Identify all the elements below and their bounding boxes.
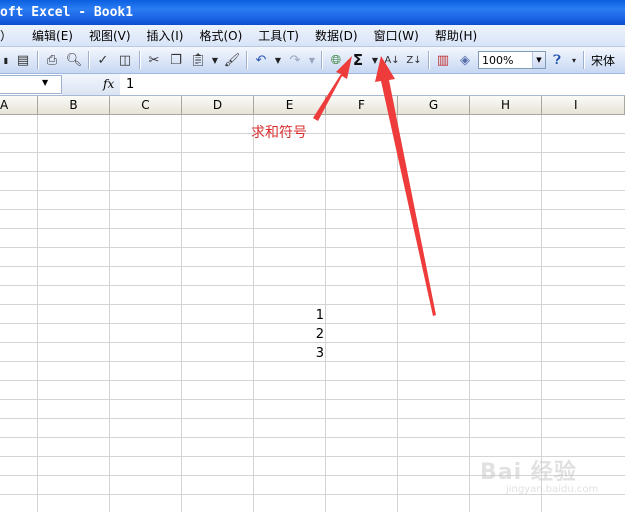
window-title: oft Excel - Book1 xyxy=(0,5,134,20)
zoom-value: 100% xyxy=(482,53,514,67)
grid-row-line xyxy=(0,418,625,419)
menu-help[interactable]: 帮助(H) xyxy=(427,25,485,46)
insert-function-icon[interactable]: fx xyxy=(103,77,114,91)
column-label: B xyxy=(69,98,78,112)
menu-insert[interactable]: 插入(I) xyxy=(139,25,192,46)
column-label: F xyxy=(358,98,365,112)
column-header-b[interactable]: B xyxy=(38,96,110,115)
grid-row-line xyxy=(0,133,625,134)
baidu-watermark: Bai 经验 jingyan.baidu.com xyxy=(476,450,616,500)
print-icon[interactable]: ⎙ xyxy=(41,49,63,71)
grid-row-line xyxy=(0,399,625,400)
grid-column-line xyxy=(181,115,182,512)
toolbar-options-icon[interactable]: ▾ xyxy=(568,49,580,71)
grid-row-line xyxy=(0,228,625,229)
font-name-select[interactable]: 宋体 xyxy=(587,52,615,69)
grid-row-line xyxy=(0,266,625,267)
column-label: E xyxy=(285,98,294,112)
annotation-label: 求和符号 xyxy=(251,125,307,141)
grid-column-line xyxy=(325,115,326,512)
drawing-icon[interactable]: ◈ xyxy=(454,49,476,71)
watermark-sub: jingyan.baidu.com xyxy=(506,484,599,495)
column-header-d[interactable]: D xyxy=(182,96,254,115)
grid-row-line xyxy=(0,304,625,305)
grid-row-line xyxy=(0,285,625,286)
redo-dropdown-icon[interactable]: ▼ xyxy=(306,49,318,71)
cut-icon[interactable]: ✂ xyxy=(143,49,165,71)
menu-view[interactable]: 视图(V) xyxy=(81,25,139,46)
format-painter-icon[interactable]: 🖌︎ xyxy=(221,49,243,71)
toolbar-separator xyxy=(583,51,584,69)
chevron-down-icon[interactable]: ▼ xyxy=(532,52,545,68)
menu-bar: ） 编辑(E) 视图(V) 插入(I) 格式(O) 工具(T) 数据(D) 窗口… xyxy=(0,25,625,47)
menu-data[interactable]: 数据(D) xyxy=(307,25,366,46)
standard-toolbar: ▮ ▤ ⎙ 🔍︎ ✓ ◫ ✂ ❐ 📋︎ ▼ 🖌︎ ↶ ▼ ↷ ▼ 🌐︎ Σ ▼ … xyxy=(0,47,625,74)
column-header-h[interactable]: H xyxy=(470,96,542,115)
grid-column-line xyxy=(469,115,470,512)
toolbar-separator xyxy=(88,51,89,69)
grid-row-line xyxy=(0,437,625,438)
menu-window[interactable]: 窗口(W) xyxy=(366,25,427,46)
zoom-select[interactable]: 100% ▼ xyxy=(478,51,546,69)
research-icon[interactable]: ◫ xyxy=(114,49,136,71)
permission-icon[interactable]: ▤ xyxy=(12,49,34,71)
grid-column-line xyxy=(37,115,38,512)
column-label: H xyxy=(500,98,511,112)
grid-row-line xyxy=(0,380,625,381)
menu-tools[interactable]: 工具(T) xyxy=(250,25,307,46)
column-header-c[interactable]: C xyxy=(110,96,182,115)
toolbar-separator xyxy=(428,51,429,69)
sort-descending-icon[interactable]: Z↓ xyxy=(403,49,425,71)
paste-dropdown-icon[interactable]: ▼ xyxy=(209,49,221,71)
cell-e-2[interactable]: 2 xyxy=(254,325,324,344)
column-header-i[interactable]: I xyxy=(542,96,625,115)
menu-format[interactable]: 格式(O) xyxy=(191,25,250,46)
toolbar-separator xyxy=(37,51,38,69)
name-box[interactable]: ▼ xyxy=(0,75,62,94)
menu-edit[interactable]: 编辑(E) xyxy=(24,25,81,46)
cell-e-1[interactable]: 1 xyxy=(254,306,324,325)
toolbar-separator xyxy=(246,51,247,69)
title-bar: oft Excel - Book1 xyxy=(0,0,625,25)
grid-column-line xyxy=(397,115,398,512)
menu-file-fragment[interactable]: ） xyxy=(0,25,24,46)
watermark-main: Bai 经验 xyxy=(480,460,577,485)
grid-row-line xyxy=(0,152,625,153)
column-label: I xyxy=(574,98,578,112)
toolbar-separator xyxy=(321,51,322,69)
help-icon[interactable]: ❓︎ xyxy=(546,49,568,71)
column-label: D xyxy=(212,98,223,112)
column-header-g[interactable]: G xyxy=(398,96,470,115)
formula-bar: ▼ fx 1 xyxy=(0,74,625,96)
redo-icon[interactable]: ↷ xyxy=(284,49,306,71)
column-label: A xyxy=(0,98,9,112)
column-label: G xyxy=(428,98,439,112)
column-label: C xyxy=(141,98,150,112)
grid-row-line xyxy=(0,247,625,248)
chevron-down-icon[interactable]: ▼ xyxy=(42,78,48,87)
spelling-icon[interactable]: ✓ xyxy=(92,49,114,71)
grid-row-line xyxy=(0,190,625,191)
save-icon[interactable]: ▮ xyxy=(0,49,12,71)
grid-row-line xyxy=(0,209,625,210)
copy-icon[interactable]: ❐ xyxy=(165,49,187,71)
toolbar-separator xyxy=(139,51,140,69)
column-header-a[interactable]: A xyxy=(0,96,38,115)
undo-icon[interactable]: ↶ xyxy=(250,49,272,71)
grid-row-line xyxy=(0,171,625,172)
undo-dropdown-icon[interactable]: ▼ xyxy=(272,49,284,71)
column-header-f[interactable]: F xyxy=(326,96,398,115)
print-preview-icon[interactable]: 🔍︎ xyxy=(63,49,85,71)
grid-column-line xyxy=(109,115,110,512)
cell-e-3[interactable]: 3 xyxy=(254,344,324,363)
autosum-dropdown-icon[interactable]: ▼ xyxy=(369,49,381,71)
sort-ascending-icon[interactable]: A↓ xyxy=(381,49,403,71)
hyperlink-icon[interactable]: 🌐︎ xyxy=(325,49,347,71)
chart-wizard-icon[interactable]: ▥ xyxy=(432,49,454,71)
column-header-e[interactable]: E xyxy=(254,96,326,115)
formula-input[interactable]: 1 xyxy=(126,77,134,92)
autosum-button[interactable]: Σ xyxy=(347,49,369,71)
paste-icon[interactable]: 📋︎ xyxy=(187,49,209,71)
